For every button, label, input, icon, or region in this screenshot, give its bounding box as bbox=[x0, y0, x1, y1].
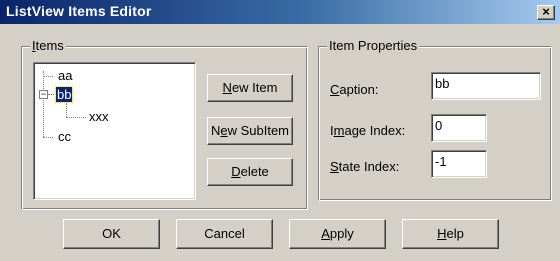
new-subitem-button[interactable]: New SubItem bbox=[207, 117, 293, 145]
tree-branch-line-aa bbox=[43, 76, 53, 77]
items-group-label: Items bbox=[30, 38, 66, 53]
listview-items-editor-dialog: ListView Items Editor × Items − aa bb xx… bbox=[0, 0, 560, 261]
tree-child-vertical-line bbox=[66, 103, 67, 117]
caption-label: Caption: bbox=[330, 82, 379, 97]
apply-button[interactable]: Apply bbox=[289, 219, 386, 249]
tree-branch-line-bb bbox=[48, 94, 54, 95]
image-index-label: Image Index: bbox=[330, 123, 406, 138]
image-index-field[interactable]: 0 bbox=[431, 114, 487, 142]
help-button[interactable]: Help bbox=[402, 219, 499, 249]
caption-field[interactable]: bb bbox=[431, 72, 541, 100]
cancel-button[interactable]: Cancel bbox=[176, 219, 273, 249]
tree-item[interactable]: aa bbox=[58, 68, 72, 83]
new-item-button[interactable]: New Item bbox=[207, 74, 293, 102]
tree-branch-line-xxx bbox=[66, 117, 86, 118]
state-index-label: State Index: bbox=[330, 159, 400, 174]
items-treeview[interactable]: − aa bb xxx cc bbox=[33, 62, 196, 200]
delete-button[interactable]: Delete bbox=[207, 158, 293, 186]
close-icon: × bbox=[542, 4, 550, 19]
window-title: ListView Items Editor bbox=[6, 3, 152, 19]
tree-subitem[interactable]: xxx bbox=[89, 109, 109, 124]
title-bar[interactable]: ListView Items Editor × bbox=[0, 0, 560, 24]
close-button[interactable]: × bbox=[537, 5, 555, 20]
ok-button[interactable]: OK bbox=[63, 219, 160, 249]
tree-branch-line-cc bbox=[43, 137, 53, 138]
state-index-field[interactable]: -1 bbox=[431, 150, 487, 178]
tree-item[interactable]: cc bbox=[58, 129, 71, 144]
collapse-toggle-icon[interactable]: − bbox=[39, 90, 48, 99]
tree-item-selected[interactable]: bb bbox=[54, 86, 74, 103]
item-properties-group-label: Item Properties bbox=[327, 38, 420, 53]
tree-root-vertical-line bbox=[43, 71, 44, 137]
